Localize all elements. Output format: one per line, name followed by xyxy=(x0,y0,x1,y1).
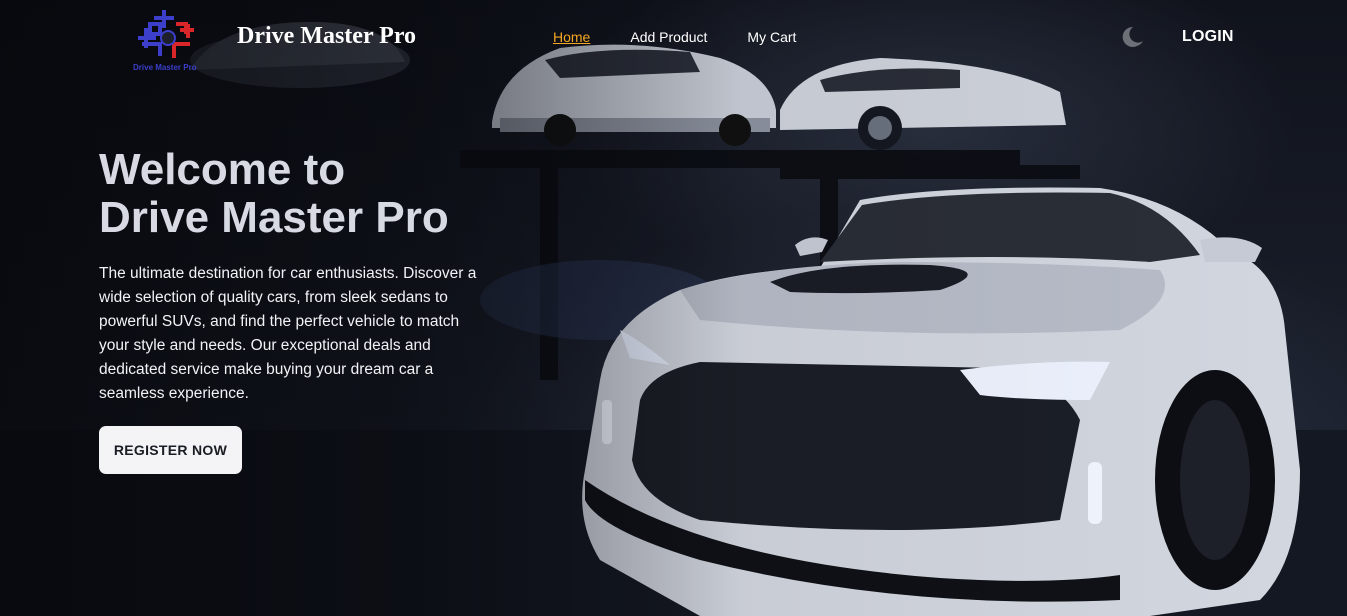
nav-menu: Home Add Product My Cart xyxy=(553,29,796,45)
logo-caption: Drive Master Pro xyxy=(133,63,197,72)
nav-link-home[interactable]: Home xyxy=(553,29,590,45)
register-now-button[interactable]: REGISTER NOW xyxy=(99,426,242,474)
nav-link-add-product[interactable]: Add Product xyxy=(630,29,707,45)
navbar: Drive Master Pro Drive Master Pro Home A… xyxy=(0,0,1347,76)
hero-title: Welcome to Drive Master Pro xyxy=(99,146,519,242)
hero-title-line-2: Drive Master Pro xyxy=(99,193,449,242)
brand-name[interactable]: Drive Master Pro xyxy=(237,23,416,50)
hero-description: The ultimate destination for car enthusi… xyxy=(99,265,477,402)
nav-link-my-cart[interactable]: My Cart xyxy=(747,29,796,45)
hero-section: Drive Master Pro Drive Master Pro Home A… xyxy=(0,0,1347,616)
login-button[interactable]: LOGIN xyxy=(1182,28,1234,46)
moon-icon[interactable] xyxy=(1119,25,1145,51)
hero-title-line-1: Welcome to xyxy=(99,145,346,194)
